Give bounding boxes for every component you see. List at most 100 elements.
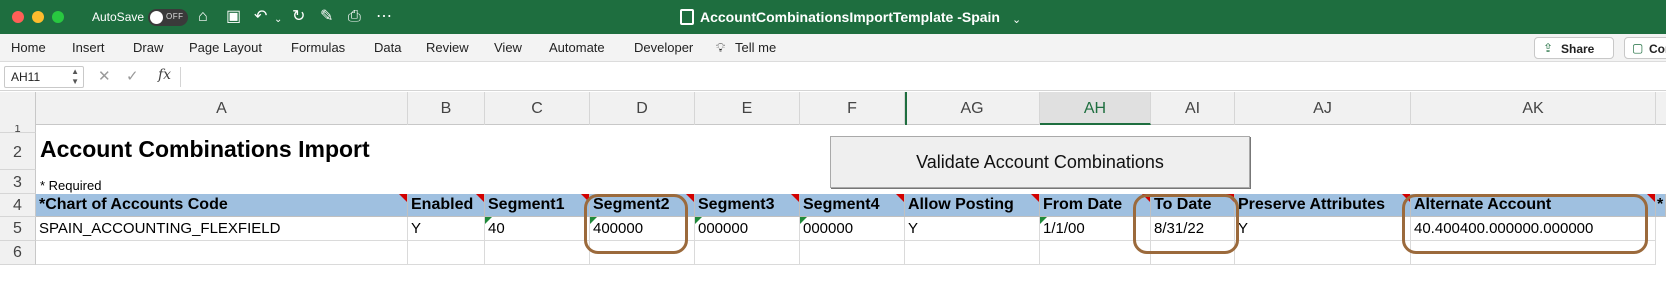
cell-a6[interactable] [36,241,408,265]
col-header-e[interactable]: E [695,92,800,125]
required-note: * Required [40,178,102,193]
error-indicator-icon [695,217,702,224]
minimize-window-button[interactable] [32,11,44,23]
cell-value: 000000 [803,220,854,237]
header-segment4[interactable]: Segment4 [800,194,905,217]
cell-e5[interactable]: 000000 [695,217,800,241]
tab-page-layout[interactable]: Page Layout [189,40,262,55]
header-segment3[interactable]: Segment3 [695,194,800,217]
col-header-ag[interactable]: AG [905,92,1040,125]
error-indicator-icon [800,217,807,224]
cell-e6[interactable] [695,241,800,265]
comment-indicator-icon [686,194,694,202]
tab-home[interactable]: Home [11,40,46,55]
cell-ag6[interactable] [905,241,1040,265]
row-header-2[interactable]: 2 [0,133,36,170]
col-header-ah[interactable]: AH [1040,92,1151,125]
comment-indicator-icon [896,194,904,202]
cell-a5[interactable]: SPAIN_ACCOUNTING_FLEXFIELD [36,217,408,241]
tab-review[interactable]: Review [426,40,469,55]
comment-icon: ▢ [1632,41,1644,55]
col-header-c[interactable]: C [485,92,590,125]
lightbulb-icon: 💡︎ [716,40,726,55]
header-chart-of-accounts-code[interactable]: *Chart of Accounts Code [36,194,408,217]
cancel-icon[interactable]: ✕ [98,67,111,85]
cell-value: 1/1/00 [1043,220,1085,237]
more-icon[interactable]: ⋯ [376,7,392,27]
function-icon[interactable]: fx [158,67,171,83]
header-label: Segment4 [803,196,880,213]
tab-draw[interactable]: Draw [133,40,163,55]
header-enabled[interactable]: Enabled [408,194,485,217]
comment-indicator-icon [399,194,407,202]
col-header-d[interactable]: D [590,92,695,125]
comment-indicator-icon [1031,194,1039,202]
undo-icon[interactable]: ↶ [254,7,267,27]
cell-value: 000000 [698,220,749,237]
print-icon[interactable]: ⎙ [348,7,361,27]
comments-label: Comm [1649,42,1666,56]
header-allow-posting[interactable]: Allow Posting [905,194,1040,217]
cell-ag5[interactable]: Y [905,217,1040,241]
header-label: From Date [1043,196,1123,213]
tab-data[interactable]: Data [374,40,401,55]
row-header-3[interactable]: 3 [0,170,36,194]
tab-developer[interactable]: Developer [634,40,693,55]
cell-c6[interactable] [485,241,590,265]
col-header-ak[interactable]: AK [1411,92,1656,125]
formula-bar: AH11 ▲ ▼ ✕ ✓ fx [0,63,1666,91]
col-header-a[interactable]: A [36,92,408,125]
header-next-required[interactable]: * [1656,194,1666,217]
toggle-knob [150,11,163,24]
freeze-pane-line [905,92,907,125]
edit-icon[interactable]: ✎ [320,7,333,27]
alternate-account-highlight [1402,194,1648,254]
cell-f5[interactable]: 000000 [800,217,905,241]
tab-insert[interactable]: Insert [72,40,105,55]
cell-b5[interactable]: Y [408,217,485,241]
name-box-stepper-icon[interactable]: ▲ ▼ [71,67,79,87]
title-chevron-icon[interactable]: ⌄ [1012,10,1021,30]
comment-indicator-icon [476,194,484,202]
save-icon[interactable]: ▣ [226,7,241,27]
col-header-f[interactable]: F [800,92,905,125]
undo-dropdown-icon[interactable]: ⌄ [274,10,282,30]
tab-automate[interactable]: Automate [549,40,605,55]
header-preserve-attributes[interactable]: Preserve Attributes [1235,194,1411,217]
home-icon[interactable]: ⌂ [198,7,208,27]
close-window-button[interactable] [12,11,24,23]
row-header-1[interactable]: 1 [0,125,36,133]
title-bar: AutoSave OFF ⌂ ▣ ↶ ⌄ ↻ ✎ ⎙ ⋯ AccountComb… [0,0,1666,34]
col-header-ai[interactable]: AI [1151,92,1235,125]
row-header-4[interactable]: 4 [0,194,36,217]
header-segment1[interactable]: Segment1 [485,194,590,217]
redo-icon[interactable]: ↻ [292,7,305,27]
comments-button[interactable]: ▢ Comm [1624,37,1666,59]
enter-icon[interactable]: ✓ [126,67,139,85]
cell-aj5[interactable]: Y [1235,217,1411,241]
select-all-corner[interactable] [0,92,36,125]
col-header-aj[interactable]: AJ [1235,92,1411,125]
autosave-label: AutoSave [92,10,145,24]
row-header-6[interactable]: 6 [0,241,36,265]
cell-f6[interactable] [800,241,905,265]
tab-formulas[interactable]: Formulas [291,40,345,55]
share-button[interactable]: ⇪ Share [1534,37,1614,59]
name-box[interactable]: AH11 ▲ ▼ [4,66,84,88]
sheet-title: Account Combinations Import [40,136,370,162]
cell-b6[interactable] [408,241,485,265]
validate-account-combinations-button[interactable]: Validate Account Combinations [830,136,1250,188]
row-header-5[interactable]: 5 [0,217,36,241]
document-icon [680,9,694,25]
tab-tell-me[interactable]: Tell me [735,40,776,55]
cell-aj6[interactable] [1235,241,1411,265]
tab-view[interactable]: View [494,40,522,55]
error-indicator-icon [485,217,492,224]
zoom-window-button[interactable] [52,11,64,23]
header-label: Segment3 [698,196,775,213]
document-title[interactable]: AccountCombinationsImportTemplate -Spain [700,9,1000,25]
col-header-b[interactable]: B [408,92,485,125]
autosave-toggle[interactable]: OFF [148,9,188,26]
formula-bar-divider [180,67,181,87]
cell-c5[interactable]: 40 [485,217,590,241]
